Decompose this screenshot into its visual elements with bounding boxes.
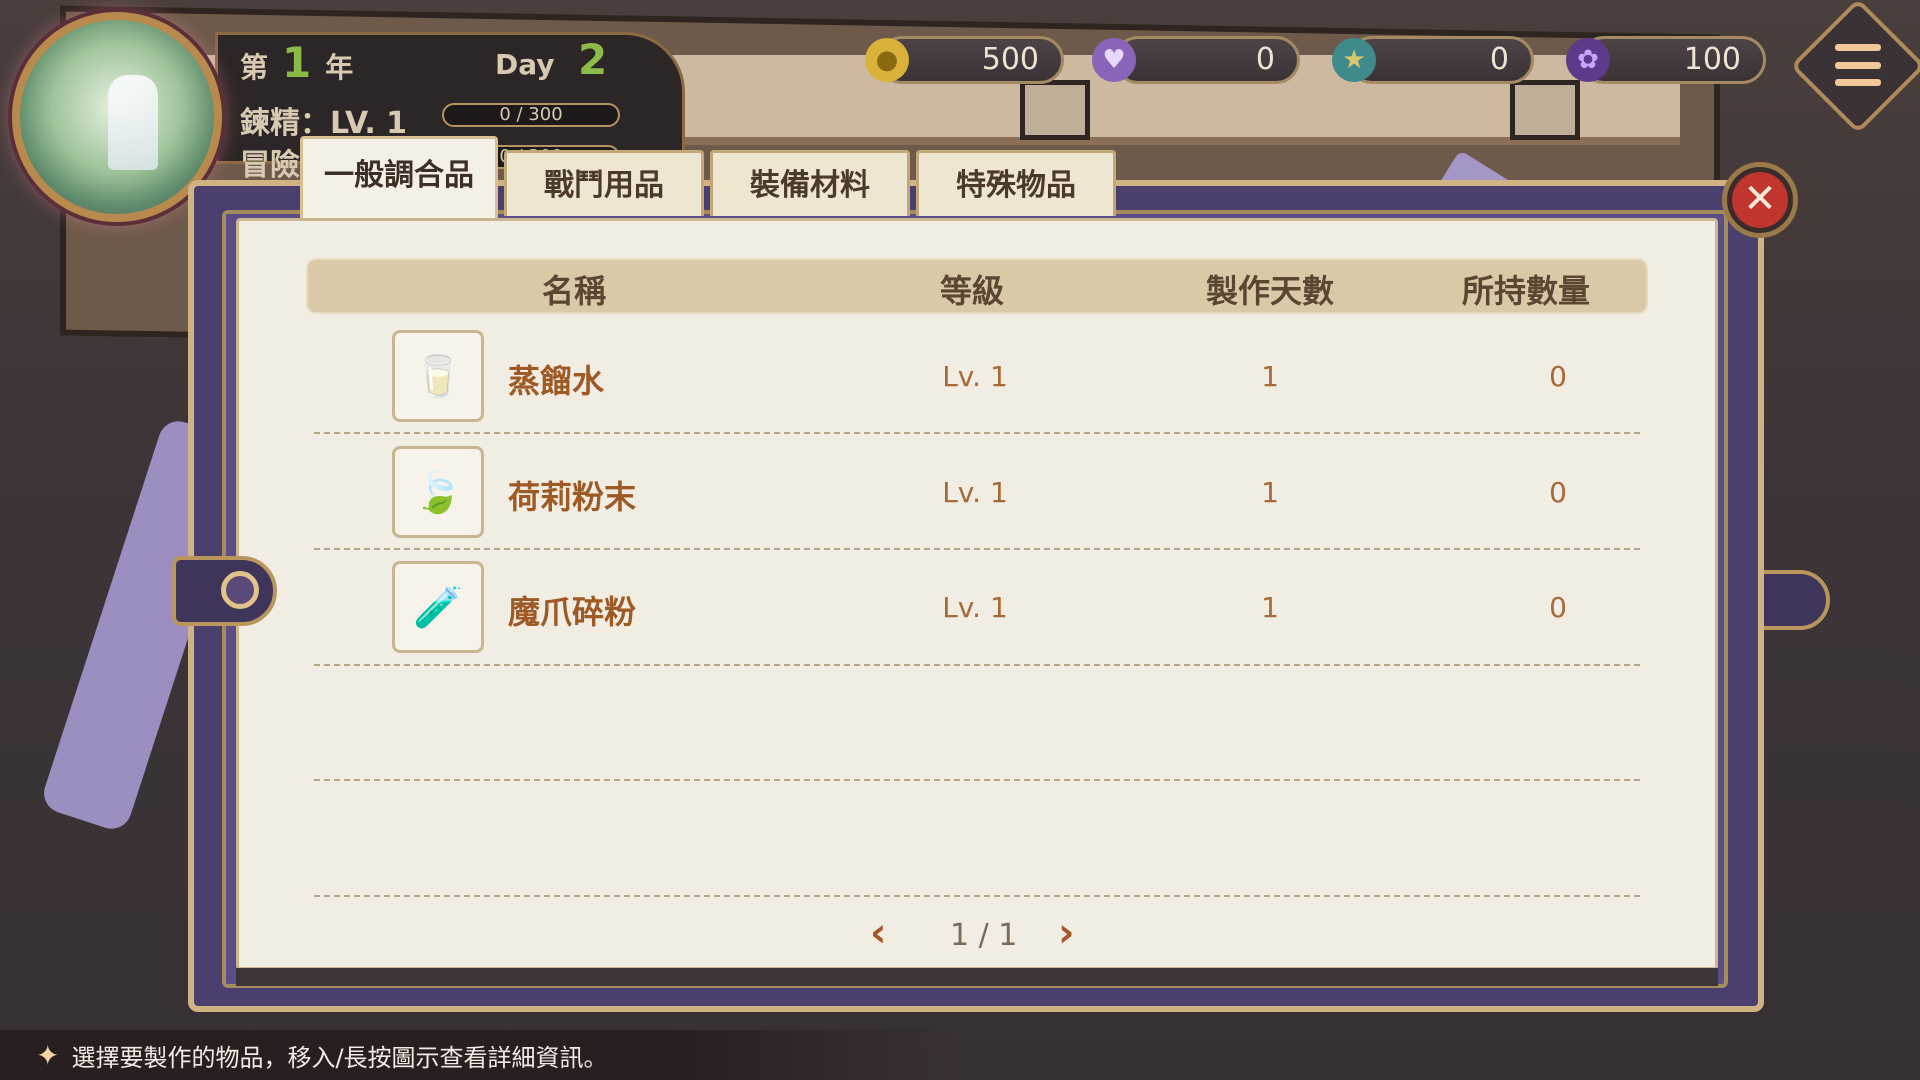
book-side-tab bbox=[1760, 570, 1830, 630]
column-header-name: 名稱 bbox=[542, 272, 607, 310]
year-suffix: 年 bbox=[325, 51, 354, 84]
row-divider bbox=[314, 895, 1640, 897]
row-divider bbox=[314, 779, 1640, 781]
menu-icon[interactable] bbox=[1835, 44, 1881, 86]
item-days: 1 bbox=[1261, 360, 1279, 393]
item-level: Lv. 1 bbox=[942, 591, 1008, 624]
book-spine-gap bbox=[236, 968, 1718, 986]
year-display: 第 1 年 bbox=[240, 38, 353, 87]
next-page-icon[interactable]: › bbox=[1058, 910, 1074, 956]
item-owned: 0 bbox=[1549, 360, 1567, 393]
close-icon[interactable]: ✕ bbox=[1732, 172, 1788, 228]
item-owned: 0 bbox=[1549, 476, 1567, 509]
row-divider bbox=[314, 432, 1640, 434]
hint-text: 選擇要製作的物品，移入/長按圖示查看詳細資訊。 bbox=[71, 1043, 608, 1072]
star-gem-icon: ★ bbox=[1332, 38, 1376, 82]
column-header-level: 等級 bbox=[940, 272, 1005, 310]
tab-special-items[interactable]: 特殊物品 bbox=[916, 150, 1116, 216]
year-prefix: 第 bbox=[240, 51, 269, 84]
jasmine-powder-icon[interactable]: 🍃 bbox=[392, 446, 484, 538]
year-value: 1 bbox=[282, 38, 312, 87]
item-level: Lv. 1 bbox=[942, 360, 1008, 393]
background-window bbox=[1510, 80, 1580, 140]
clasp-ring-icon bbox=[221, 571, 259, 609]
sparkle-icon: ✦ bbox=[36, 1038, 60, 1072]
background-window bbox=[1020, 80, 1090, 140]
avatar-figure bbox=[108, 75, 158, 170]
row-divider bbox=[314, 664, 1640, 666]
currency-heart: 0 bbox=[1114, 36, 1300, 84]
hint-bar: ✦ 選擇要製作的物品，移入/長按圖示查看詳細資訊。 bbox=[0, 1030, 960, 1080]
adventure-label: 冒險 bbox=[240, 148, 300, 183]
item-name[interactable]: 魔爪碎粉 bbox=[508, 587, 636, 633]
item-name[interactable]: 荷莉粉末 bbox=[508, 472, 636, 518]
purple-heart-icon: ♥ bbox=[1092, 38, 1136, 82]
gold-coin-icon: ● bbox=[865, 38, 909, 82]
potion-bottle-icon[interactable]: 🧪 bbox=[392, 561, 484, 653]
tab-equipment-materials[interactable]: 裝備材料 bbox=[710, 150, 910, 216]
tab-general-compounds[interactable]: 一般調合品 bbox=[300, 136, 498, 218]
close-button[interactable]: ✕ bbox=[1722, 162, 1798, 238]
day-value: 2 bbox=[578, 35, 608, 84]
page-indicator: 1 / 1 bbox=[950, 918, 1018, 953]
water-glass-icon[interactable]: 🥛 bbox=[392, 330, 484, 422]
day-label: Day bbox=[495, 48, 555, 81]
item-owned: 0 bbox=[1549, 591, 1567, 624]
tab-battle-items[interactable]: 戰鬥用品 bbox=[504, 150, 704, 216]
item-name[interactable]: 蒸餾水 bbox=[508, 356, 604, 402]
column-header-owned: 所持數量 bbox=[1462, 272, 1591, 310]
purple-flower-icon: ✿ bbox=[1566, 38, 1610, 82]
prev-page-icon[interactable]: ‹ bbox=[870, 910, 886, 956]
row-divider bbox=[314, 548, 1640, 550]
item-level: Lv. 1 bbox=[942, 476, 1008, 509]
item-days: 1 bbox=[1261, 591, 1279, 624]
refine-progress-bar: 0 / 300 bbox=[442, 103, 620, 127]
item-days: 1 bbox=[1261, 476, 1279, 509]
column-header-days: 製作天數 bbox=[1206, 272, 1335, 310]
